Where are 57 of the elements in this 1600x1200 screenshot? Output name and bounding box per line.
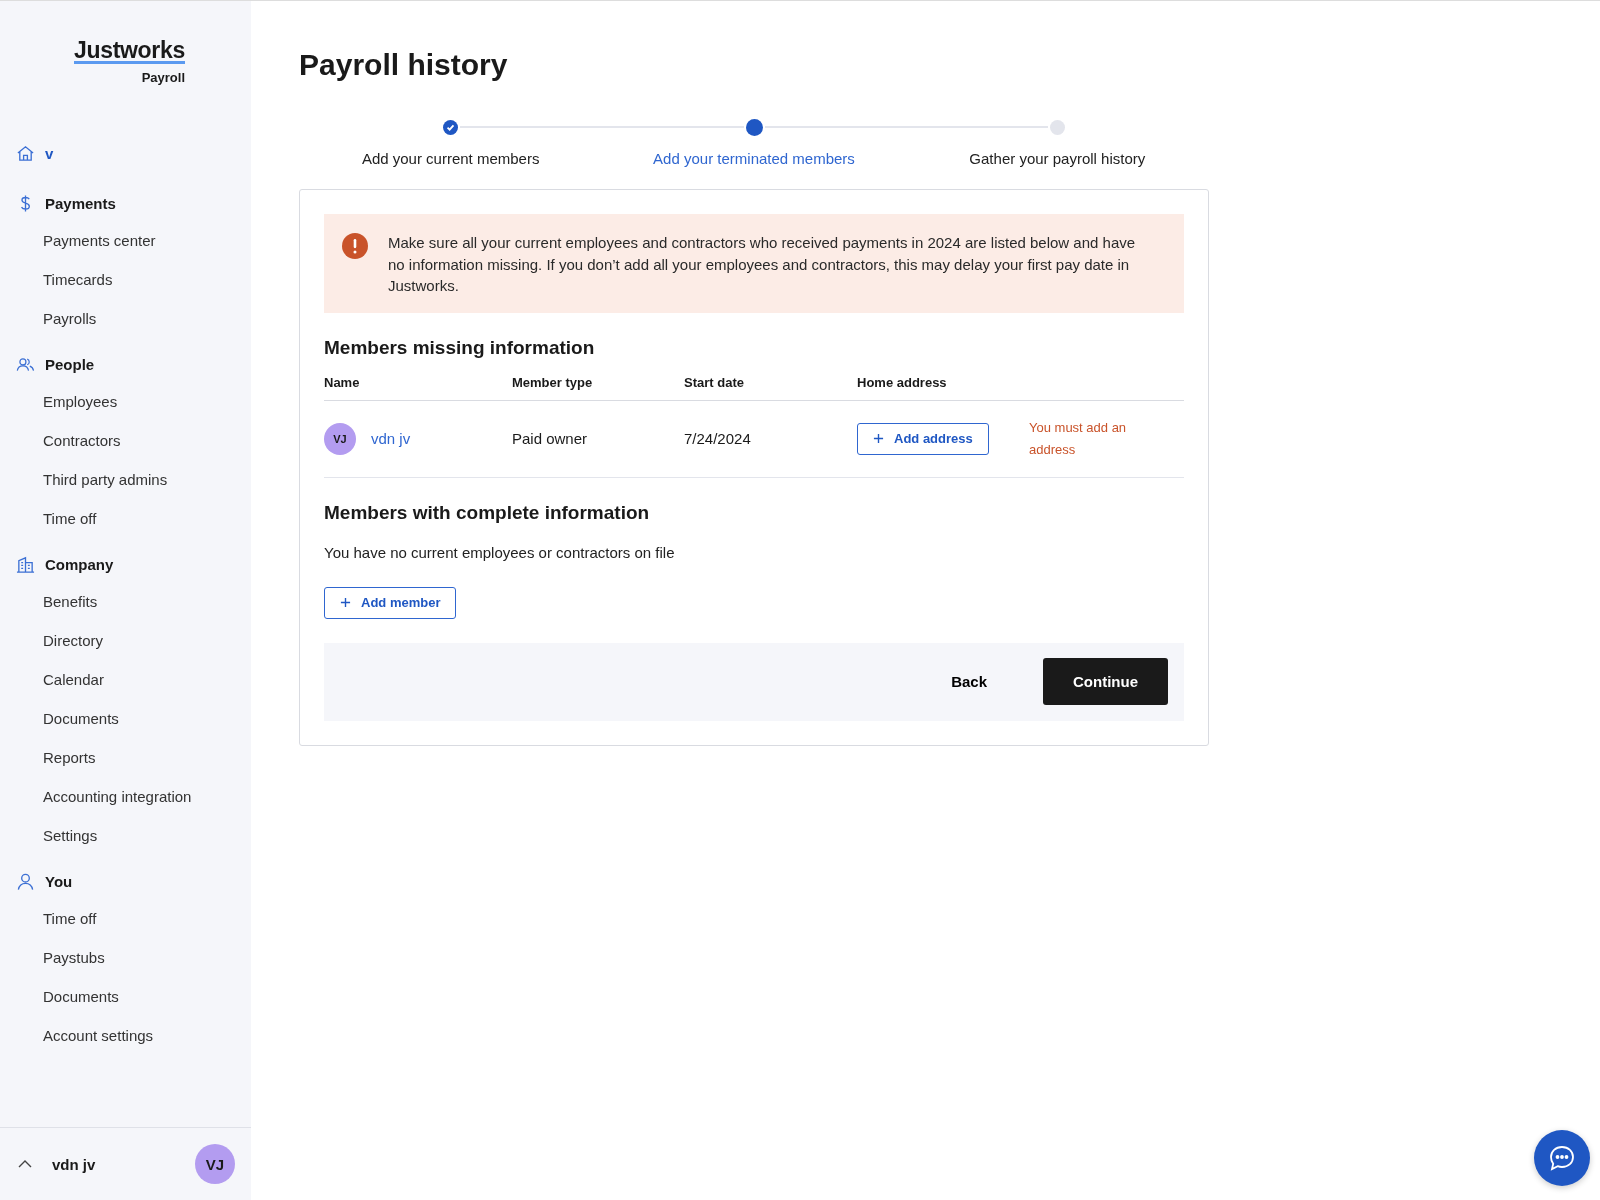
logo-product: Payroll	[141, 70, 185, 85]
caret-icon[interactable]	[18, 1160, 32, 1168]
nav-item[interactable]: Calendar	[16, 660, 251, 699]
member-avatar: VJ	[324, 422, 356, 455]
nav-item[interactable]: Contractors	[16, 421, 251, 460]
user-name: vdn jv	[52, 1155, 97, 1173]
nav-item[interactable]: Third party admins	[16, 460, 251, 499]
chat-bubble-icon	[1547, 1143, 1577, 1173]
nav-item[interactable]: Timecards	[16, 260, 251, 299]
start-date-cell-text: 7/24/2024	[684, 430, 752, 447]
logo-wordmark[interactable]: Justworks	[73, 39, 185, 64]
step-label: Add your terminated members	[653, 150, 855, 167]
add-address-button[interactable]: Add address	[857, 422, 989, 455]
nav-item[interactable]: Time off	[16, 499, 251, 538]
nav-item[interactable]: Account settings	[16, 1016, 251, 1055]
building-icon	[16, 554, 35, 574]
continue-button[interactable]: Continue	[1043, 658, 1168, 705]
add-member-button[interactable]: Add member	[324, 586, 457, 619]
nav-item[interactable]: Time off	[16, 899, 251, 938]
nav-item[interactable]: Paystubs	[16, 938, 251, 977]
nav-item[interactable]: Directory	[16, 621, 251, 660]
step-label: Gather your payroll history	[969, 150, 1146, 167]
nav-item[interactable]: Documents	[16, 977, 251, 1016]
nav-item[interactable]: Benefits	[16, 582, 251, 621]
person-icon	[16, 871, 35, 891]
nav-item[interactable]: Payments center	[16, 221, 251, 260]
warning-icon	[342, 233, 368, 259]
plus-icon	[873, 433, 884, 444]
user-avatar[interactable]: VJ	[195, 1144, 235, 1184]
nav-item[interactable]: Accounting integration	[16, 777, 251, 816]
column-header: Name	[324, 374, 361, 390]
section-heading: Members missing information	[324, 336, 596, 359]
nav-section[interactable]: Payments	[16, 185, 251, 221]
nav-section[interactable]: You	[16, 863, 251, 899]
step-label: Add your current members	[361, 150, 540, 167]
nav-section[interactable]: v	[16, 135, 251, 171]
page-title: Payroll history	[299, 48, 509, 82]
column-header: Member type	[512, 374, 594, 390]
home-icon	[16, 143, 35, 163]
member-name-link[interactable]: vdn jv	[371, 430, 411, 447]
warning-text: Make sure all your current employees and contractors who received payments in 2024 are listed below and have no information missing. If you don’t add all your employees and contractors, this may delay your first pay date in Justworks.	[388, 233, 1137, 296]
nav-section[interactable]: Company	[16, 546, 251, 582]
nav-item[interactable]: Documents	[16, 699, 251, 738]
column-header: Home address	[857, 374, 948, 390]
back-button[interactable]: Back	[941, 663, 997, 700]
member-type-cell-text: Paid owner	[512, 430, 589, 447]
nav-item[interactable]: Payrolls	[16, 299, 251, 338]
nav-section[interactable]: People	[16, 346, 251, 382]
empty-message: You have no current employees or contractors on file	[324, 543, 676, 561]
nav-item[interactable]: Settings	[16, 816, 251, 855]
plus-icon	[340, 597, 351, 608]
nav-item[interactable]: Reports	[16, 738, 251, 777]
section-heading: Members with complete information	[324, 501, 651, 524]
nav-item[interactable]: Employees	[16, 382, 251, 421]
column-header: Start date	[684, 374, 745, 390]
error-message: You must add an address	[1029, 418, 1128, 459]
chat-button[interactable]	[1534, 1130, 1590, 1186]
